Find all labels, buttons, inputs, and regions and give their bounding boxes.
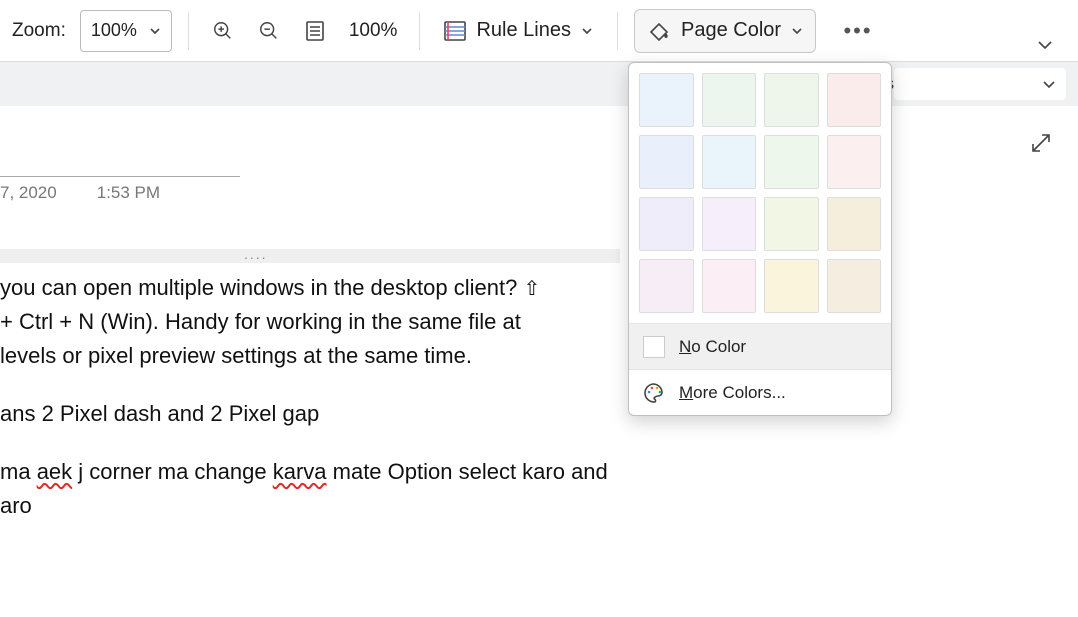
- chevron-down-icon: [791, 25, 803, 37]
- no-color-swatch-icon: [643, 336, 665, 358]
- paragraph: ma aek j corner ma change karva mate Opt…: [0, 455, 700, 523]
- chevron-down-icon: [149, 25, 161, 37]
- page-width-icon: [305, 20, 325, 42]
- more-colors-label: More Colors...: [679, 383, 786, 403]
- color-swatch[interactable]: [639, 197, 694, 251]
- zoom-label: Zoom:: [12, 20, 66, 42]
- color-swatch[interactable]: [827, 259, 882, 313]
- swatch-grid: [629, 63, 891, 323]
- zoom-in-icon: [212, 20, 234, 42]
- no-color-label: No Color: [679, 337, 746, 357]
- color-swatch[interactable]: [639, 259, 694, 313]
- up-arrow-glyph: ⇧: [523, 278, 540, 300]
- expand-icon[interactable]: [1030, 132, 1052, 154]
- rule-lines-button[interactable]: Rule Lines: [436, 10, 601, 52]
- page-color-label: Page Color: [681, 19, 781, 42]
- zoom-out-icon: [258, 20, 280, 42]
- color-swatch[interactable]: [702, 135, 757, 189]
- zoom-out-button[interactable]: [251, 13, 287, 49]
- paragraph: ans 2 Pixel dash and 2 Pixel gap: [0, 397, 700, 431]
- color-swatch[interactable]: [702, 259, 757, 313]
- no-color-option[interactable]: No Color: [629, 323, 891, 369]
- page-width-button[interactable]: [297, 13, 333, 49]
- color-swatch[interactable]: [764, 259, 819, 313]
- page-time: 1:53 PM: [97, 183, 160, 203]
- rule-lines-icon: [444, 21, 466, 41]
- spellcheck-squiggle: aek: [37, 459, 72, 484]
- toolbar-divider: [419, 12, 420, 50]
- color-swatch[interactable]: [639, 135, 694, 189]
- color-swatch[interactable]: [827, 73, 882, 127]
- color-swatch[interactable]: [702, 73, 757, 127]
- view-toolbar: Zoom: 100% 100% Rule Lines Pa: [0, 0, 1078, 62]
- paragraph: you can open multiple windows in the des…: [0, 271, 700, 373]
- color-swatch[interactable]: [827, 197, 882, 251]
- ellipsis-icon: •••: [843, 18, 872, 44]
- color-swatch[interactable]: [639, 73, 694, 127]
- page-date: 7, 2020: [0, 183, 57, 203]
- page-meta: 7, 2020 1:53 PM: [0, 176, 240, 203]
- sub-strip: ts: [0, 62, 1078, 106]
- palette-icon: [643, 382, 665, 404]
- color-swatch[interactable]: [764, 197, 819, 251]
- chevron-down-icon: [581, 25, 593, 37]
- secondary-dropdown[interactable]: [894, 68, 1066, 100]
- spellcheck-squiggle: karva: [273, 459, 327, 484]
- page-canvas: 7, 2020 1:53 PM you can open multiple wi…: [0, 106, 1078, 524]
- more-commands-button[interactable]: •••: [840, 13, 876, 49]
- toolbar-divider: [188, 12, 189, 50]
- zoom-select[interactable]: 100%: [80, 10, 172, 52]
- more-colors-option[interactable]: More Colors...: [629, 369, 891, 415]
- rule-lines-label: Rule Lines: [476, 19, 571, 42]
- zoom-value: 100%: [91, 20, 137, 41]
- page-color-button[interactable]: Page Color: [634, 9, 816, 53]
- zoom-pct-display: 100%: [349, 20, 398, 42]
- outline-grip[interactable]: [0, 249, 620, 263]
- color-swatch[interactable]: [764, 73, 819, 127]
- note-body[interactable]: you can open multiple windows in the des…: [0, 271, 700, 524]
- color-swatch[interactable]: [827, 135, 882, 189]
- color-swatch[interactable]: [702, 197, 757, 251]
- ribbon-collapse-chevron[interactable]: [1036, 36, 1054, 54]
- zoom-in-button[interactable]: [205, 13, 241, 49]
- paint-bucket-icon: [647, 20, 671, 42]
- toolbar-divider: [617, 12, 618, 50]
- color-swatch[interactable]: [764, 135, 819, 189]
- chevron-down-icon: [1042, 77, 1056, 91]
- page-color-popup: No Color More Colors...: [628, 62, 892, 416]
